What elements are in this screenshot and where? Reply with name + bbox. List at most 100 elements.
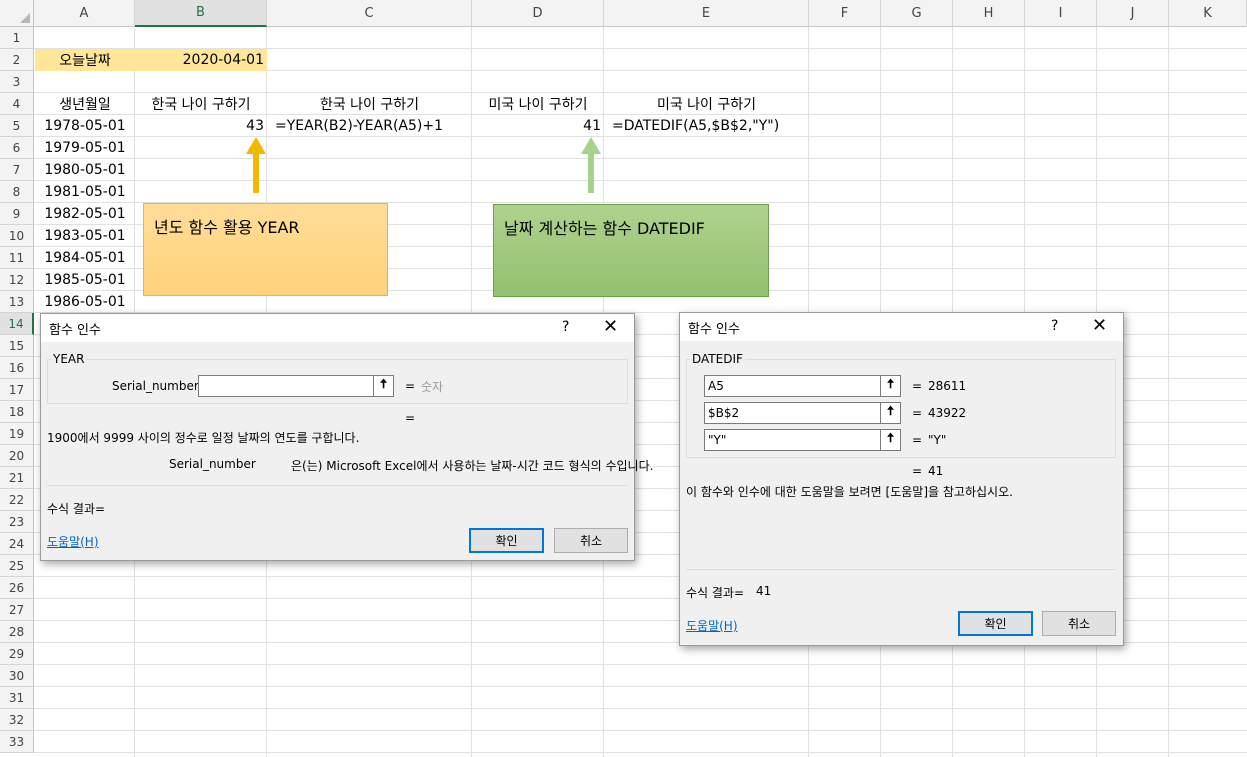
cell-a12[interactable]: 1985-05-01 <box>35 269 135 291</box>
column-header-d[interactable]: D <box>472 0 604 27</box>
column-header-f[interactable]: F <box>809 0 881 27</box>
row-header-7[interactable]: 7 <box>0 159 34 181</box>
row-header-20[interactable]: 20 <box>0 445 34 467</box>
result-equals: = <box>405 411 416 425</box>
row-header-5[interactable]: 5 <box>0 115 34 137</box>
column-header-e[interactable]: E <box>604 0 809 27</box>
collapse-dialog-icon[interactable]: 🠅 <box>880 375 901 397</box>
row-header-15[interactable]: 15 <box>0 335 34 357</box>
arg1-equals: = <box>912 379 923 393</box>
cell-b4[interactable]: 한국 나이 구하기 <box>135 93 267 115</box>
row-header-25[interactable]: 25 <box>0 555 34 577</box>
ok-button[interactable]: 확인 <box>958 611 1033 636</box>
function-arguments-dialog-year[interactable]: 함수 인수 ? ✕ YEAR Serial_number 🠅 = 숫자 = 19… <box>40 313 653 561</box>
help-link[interactable]: 도움말(H) <box>47 533 99 550</box>
column-header-g[interactable]: G <box>881 0 953 27</box>
cell-a13[interactable]: 1986-05-01 <box>35 291 135 313</box>
cell-c4[interactable]: 한국 나이 구하기 <box>267 93 472 115</box>
row-header-31[interactable]: 31 <box>0 687 34 709</box>
cell-b2[interactable]: 2020-04-01 <box>135 49 267 71</box>
row-header-17[interactable]: 17 <box>0 379 34 401</box>
row-header-2[interactable]: 2 <box>0 49 34 71</box>
row-header-16[interactable]: 16 <box>0 357 34 379</box>
cell-e5[interactable]: =DATEDIF(A5,$B$2,"Y") <box>609 115 809 137</box>
column-header-j[interactable]: J <box>1097 0 1169 27</box>
row-header-19[interactable]: 19 <box>0 423 34 445</box>
row-header-21[interactable]: 21 <box>0 467 34 489</box>
dialog-titlebar[interactable]: 함수 인수 ? ✕ <box>680 313 1123 341</box>
close-icon[interactable]: ✕ <box>1092 316 1107 336</box>
cell-d5[interactable]: 41 <box>472 115 604 137</box>
note-year-text: 년도 함수 활용 YEAR <box>154 218 300 237</box>
cell-a2[interactable]: 오늘날짜 <box>35 49 135 71</box>
cell-a4[interactable]: 생년월일 <box>35 93 135 115</box>
cell-e4[interactable]: 미국 나이 구하기 <box>604 93 809 115</box>
cancel-button[interactable]: 취소 <box>1042 611 1116 636</box>
row-header-32[interactable]: 32 <box>0 709 34 731</box>
function-description: 이 함수와 인수에 대한 도움말을 보려면 [도움말]을 참고하십시오. <box>686 485 1013 499</box>
row-header-1[interactable]: 1 <box>0 27 34 49</box>
row-header-26[interactable]: 26 <box>0 577 34 599</box>
row-header-27[interactable]: 27 <box>0 599 34 621</box>
row-header-24[interactable]: 24 <box>0 533 34 555</box>
row-header-12[interactable]: 12 <box>0 269 34 291</box>
column-header-i[interactable]: I <box>1025 0 1097 27</box>
dialog-title: 함수 인수 <box>688 321 740 337</box>
row-header-23[interactable]: 23 <box>0 511 34 533</box>
cell-a5[interactable]: 1978-05-01 <box>35 115 135 137</box>
row-header-8[interactable]: 8 <box>0 181 34 203</box>
cell-a8[interactable]: 1981-05-01 <box>35 181 135 203</box>
row-header-13[interactable]: 13 <box>0 291 34 313</box>
help-icon[interactable]: ? <box>562 319 569 335</box>
help-icon[interactable]: ? <box>1051 318 1058 334</box>
collapse-dialog-icon[interactable]: 🠅 <box>880 402 901 424</box>
column-header-k[interactable]: K <box>1169 0 1247 27</box>
select-all-corner[interactable] <box>0 0 34 27</box>
cell-b5[interactable]: 43 <box>135 115 267 137</box>
function-arguments-dialog-datedif[interactable]: 함수 인수 ? ✕ DATEDIF A5 🠅 = 28611 $B$2 🠅 = … <box>679 312 1124 646</box>
row-header-28[interactable]: 28 <box>0 621 34 643</box>
note-datedif[interactable]: 날짜 계산하는 함수 DATEDIF <box>493 204 769 297</box>
ok-button[interactable]: 확인 <box>469 528 544 553</box>
function-name-label: YEAR <box>51 352 87 366</box>
cell-a6[interactable]: 1979-05-01 <box>35 137 135 159</box>
row-header-3[interactable]: 3 <box>0 71 34 93</box>
cell-a9[interactable]: 1982-05-01 <box>35 203 135 225</box>
cell-d4[interactable]: 미국 나이 구하기 <box>472 93 604 115</box>
row-header-14[interactable]: 14 <box>0 313 34 335</box>
row-header-6[interactable]: 6 <box>0 137 34 159</box>
arg3-input[interactable]: "Y" <box>704 429 881 451</box>
row-header-4[interactable]: 4 <box>0 93 34 115</box>
row-header-18[interactable]: 18 <box>0 401 34 423</box>
serial-number-input[interactable] <box>198 375 374 397</box>
dialog-titlebar[interactable]: 함수 인수 ? ✕ <box>41 314 634 342</box>
row-header-29[interactable]: 29 <box>0 643 34 665</box>
row-header-9[interactable]: 9 <box>0 203 34 225</box>
cell-a7[interactable]: 1980-05-01 <box>35 159 135 181</box>
cell-c5[interactable]: =YEAR(B2)-YEAR(A5)+1 <box>272 115 472 137</box>
arg2-input[interactable]: $B$2 <box>704 402 881 424</box>
row-header-33[interactable]: 33 <box>0 731 34 753</box>
row-header-22[interactable]: 22 <box>0 489 34 511</box>
divider <box>686 569 1116 570</box>
row-gridline <box>34 158 1247 159</box>
column-header-c[interactable]: C <box>267 0 472 27</box>
row-header-10[interactable]: 10 <box>0 225 34 247</box>
cell-a10[interactable]: 1983-05-01 <box>35 225 135 247</box>
cancel-button[interactable]: 취소 <box>554 528 628 553</box>
collapse-dialog-icon[interactable]: 🠅 <box>880 429 901 451</box>
column-header-h[interactable]: H <box>953 0 1025 27</box>
row-gridline <box>34 752 1247 753</box>
help-link[interactable]: 도움말(H) <box>686 617 738 634</box>
column-header-b[interactable]: B <box>135 0 267 27</box>
arg2-equals: = <box>912 406 923 420</box>
close-icon[interactable]: ✕ <box>603 317 618 337</box>
row-header-11[interactable]: 11 <box>0 247 34 269</box>
row-header-30[interactable]: 30 <box>0 665 34 687</box>
column-header-a[interactable]: A <box>34 0 135 27</box>
dialog-title: 함수 인수 <box>49 322 101 338</box>
cell-a11[interactable]: 1984-05-01 <box>35 247 135 269</box>
arg1-input[interactable]: A5 <box>704 375 881 397</box>
note-year[interactable]: 년도 함수 활용 YEAR <box>143 203 388 296</box>
collapse-dialog-icon[interactable]: 🠅 <box>373 375 394 397</box>
